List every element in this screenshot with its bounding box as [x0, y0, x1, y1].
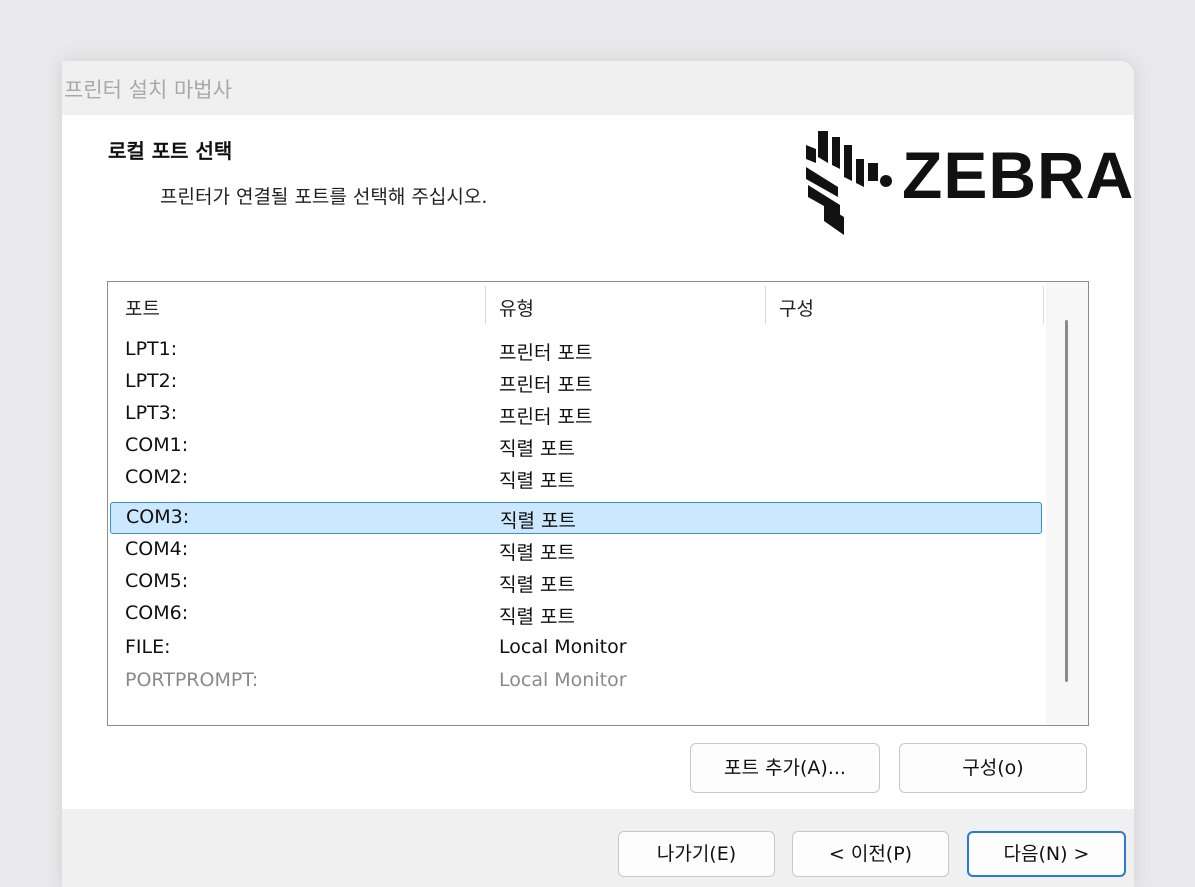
port-name: LPT1: [125, 338, 178, 360]
configure-port-button[interactable]: 구성(o) [899, 743, 1087, 793]
port-name: COM6: [125, 602, 189, 624]
port-type: Local Monitor [499, 669, 627, 691]
window-title: 프린터 설치 마법사 [64, 78, 232, 102]
column-separator[interactable] [485, 286, 486, 324]
port-name: PORTPROMPT: [125, 669, 259, 691]
port-type: 직렬 포트 [499, 606, 575, 628]
port-type: 직렬 포트 [499, 574, 575, 596]
page-subtitle: 프린터가 연결될 포트를 선택해 주십시오. [160, 186, 488, 208]
title-bar: 프린터 설치 마법사 [62, 61, 1134, 115]
port-row-lpt3[interactable]: LPT3: 프린터 포트 [110, 398, 1042, 430]
exit-button[interactable]: 나가기(E) [618, 831, 775, 877]
port-row-com3-selected[interactable]: COM3: 직렬 포트 [110, 502, 1042, 534]
port-type: 직렬 포트 [500, 510, 576, 532]
back-button[interactable]: < 이전(P) [792, 831, 949, 877]
add-port-button[interactable]: 포트 추가(A)... [690, 743, 880, 793]
port-row-com4[interactable]: COM4: 직렬 포트 [110, 534, 1042, 566]
port-type: 프린터 포트 [499, 342, 593, 364]
port-row-com2[interactable]: COM2: 직렬 포트 [110, 462, 1042, 494]
wizard-content: 로컬 포트 선택 프린터가 연결될 포트를 선택해 주십시오. ZEBRA 포트… [62, 115, 1134, 809]
port-row-lpt1[interactable]: LPT1: 프린터 포트 [110, 334, 1042, 366]
column-header-port[interactable]: 포트 [125, 294, 160, 321]
vertical-scrollbar[interactable] [1046, 282, 1088, 725]
port-name: COM1: [125, 434, 189, 456]
port-name: FILE: [125, 636, 171, 658]
column-header-type[interactable]: 유형 [499, 294, 534, 321]
printer-wizard-window: 프린터 설치 마법사 로컬 포트 선택 프린터가 연결될 포트를 선택해 주십시… [62, 61, 1134, 887]
column-header-config[interactable]: 구성 [779, 294, 814, 321]
port-row-lpt2[interactable]: LPT2: 프린터 포트 [110, 366, 1042, 398]
port-row-file[interactable]: FILE: Local Monitor [110, 632, 1042, 664]
port-row-portprompt[interactable]: PORTPROMPT: Local Monitor [110, 665, 1042, 697]
page-title: 로컬 포트 선택 [108, 139, 233, 163]
port-row-com1[interactable]: COM1: 직렬 포트 [110, 430, 1042, 462]
scrollbar-thumb[interactable] [1065, 320, 1068, 682]
port-type: Local Monitor [499, 636, 627, 658]
port-name: COM2: [125, 466, 189, 488]
wizard-footer: 나가기(E) < 이전(P) 다음(N) > [62, 809, 1134, 887]
column-separator[interactable] [765, 286, 766, 324]
port-type: 프린터 포트 [499, 374, 593, 396]
port-name: LPT3: [125, 402, 178, 424]
zebra-logo: ZEBRA [798, 123, 1134, 235]
port-name: COM5: [125, 570, 189, 592]
port-list[interactable]: 포트 유형 구성 LPT1: 프린터 포트 LPT2: 프린터 포트 LPT3:… [107, 281, 1089, 726]
next-button[interactable]: 다음(N) > [967, 831, 1126, 877]
column-separator[interactable] [1043, 286, 1044, 324]
port-type: 직렬 포트 [499, 438, 575, 460]
port-name: COM4: [125, 538, 189, 560]
zebra-stripes-icon [806, 131, 892, 235]
port-type: 직렬 포트 [499, 542, 575, 564]
port-name: LPT2: [125, 370, 178, 392]
port-name: COM3: [126, 506, 190, 528]
port-type: 프린터 포트 [499, 406, 593, 428]
port-type: 직렬 포트 [499, 470, 575, 492]
logo-wordmark: ZEBRA [902, 138, 1134, 212]
port-list-header: 포트 유형 구성 [108, 282, 1044, 328]
port-row-com6[interactable]: COM6: 직렬 포트 [110, 598, 1042, 630]
port-row-com5[interactable]: COM5: 직렬 포트 [110, 566, 1042, 598]
